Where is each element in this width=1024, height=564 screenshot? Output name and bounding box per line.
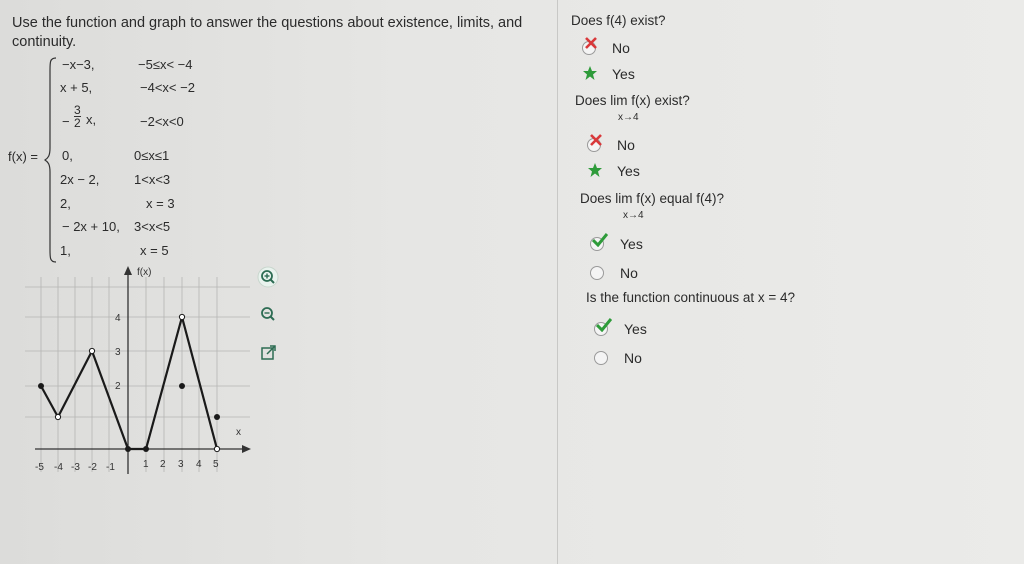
q1-option-no[interactable]: No [580, 37, 630, 57]
piece-1-expr: −x−3, [62, 57, 95, 72]
x-tick-label: -5 [35, 462, 44, 473]
piece-4-condition: 0≤x≤1 [134, 148, 170, 163]
closed-point [143, 446, 149, 452]
piece-1-condition: −5≤x< −4 [138, 57, 193, 72]
piece-3-condition: −2<x<0 [140, 114, 184, 129]
q2-option-no[interactable]: No [585, 134, 635, 154]
piece-7-expr: − 2x + 10, [62, 219, 120, 234]
x-tick-label: 1 [143, 459, 149, 470]
x-axis-arrow [242, 445, 251, 453]
zoom-out-icon[interactable] [257, 303, 279, 325]
piece-3-suffix: x, [86, 112, 97, 127]
x-tick-label: -1 [106, 462, 115, 473]
q3-option-no[interactable]: No [588, 264, 638, 282]
fraction-denominator: 2 [74, 116, 81, 130]
star-icon [585, 162, 607, 180]
function-graph: f(x) x 4 3 2 -5 -4 -3 -2 -1 1 2 3 4 5 [25, 266, 251, 474]
brace-icon [44, 57, 57, 263]
radio-icon [592, 349, 614, 367]
function-label: f(x) = [8, 149, 38, 164]
open-point [213, 445, 221, 453]
piece-4-expr: 0, [62, 148, 73, 163]
x-tick-label: 2 [160, 459, 166, 470]
zoom-in-icon[interactable] [257, 266, 279, 288]
fraction-numerator: 3 [74, 103, 81, 117]
option-label: No [620, 265, 638, 281]
question-2: Does lim f(x) exist? [575, 93, 690, 108]
radio-icon [588, 264, 610, 282]
option-label: Yes [612, 66, 635, 82]
closed-point [214, 414, 220, 420]
open-point [88, 347, 96, 355]
q3-option-yes[interactable]: Yes [588, 233, 643, 253]
piece-8-condition: x = 5 [140, 243, 169, 258]
piece-5-condition: 1<x<3 [134, 172, 171, 187]
x-mark-icon [580, 37, 602, 57]
question-1: Does f(4) exist? [571, 13, 666, 28]
x-tick-label: 3 [178, 459, 184, 470]
limit-subscript: x→4 [623, 210, 644, 221]
x-tick-label: -3 [71, 462, 80, 473]
piece-3-fraction: 3 2 [74, 104, 81, 129]
q4-option-yes[interactable]: Yes [592, 318, 647, 338]
y-axis-label: f(x) [137, 267, 151, 278]
option-label: Yes [620, 236, 643, 252]
q4-option-no[interactable]: No [592, 349, 642, 367]
piece-8-expr: 1, [60, 243, 71, 258]
limit-subscript: x→4 [618, 112, 639, 123]
y-axis-arrow [124, 266, 132, 275]
piece-6-expr: 2, [60, 196, 71, 211]
x-mark-icon [585, 134, 607, 154]
y-tick-label: 4 [115, 313, 121, 324]
piece-7-condition: 3<x<5 [134, 219, 171, 234]
option-label: Yes [617, 163, 640, 179]
piece-3-prefix: − [62, 114, 70, 129]
external-link-icon[interactable] [258, 342, 280, 364]
checkmark-icon [588, 233, 610, 253]
option-label: No [612, 40, 630, 56]
piece-6-condition: x = 3 [146, 196, 175, 211]
question-3: Does lim f(x) equal f(4)? [580, 191, 725, 206]
star-icon [580, 65, 602, 83]
q1-option-yes[interactable]: Yes [580, 65, 635, 83]
x-tick-label: 5 [213, 459, 219, 470]
closed-point [179, 383, 185, 389]
open-point [54, 413, 62, 421]
q2-option-yes[interactable]: Yes [585, 162, 640, 180]
page: Use the function and graph to answer the… [0, 0, 1024, 564]
checkmark-icon [592, 318, 614, 338]
x-tick-label: -4 [54, 462, 63, 473]
option-label: No [617, 137, 635, 153]
function-curve [40, 315, 219, 451]
closed-point [125, 446, 131, 452]
panel-divider [557, 0, 558, 564]
x-axis-label: x [236, 427, 241, 438]
option-label: No [624, 350, 642, 366]
piece-5-expr: 2x − 2, [60, 172, 100, 187]
x-tick-label: 4 [196, 459, 202, 470]
piece-2-expr: x + 5, [60, 80, 93, 95]
option-label: Yes [624, 321, 647, 337]
x-tick-label: -2 [88, 462, 97, 473]
y-tick-label: 3 [115, 347, 121, 358]
open-point [178, 313, 186, 321]
instructions: Use the function and graph to answer the… [12, 15, 523, 50]
y-tick-label: 2 [115, 381, 121, 392]
closed-point [38, 383, 44, 389]
piece-2-condition: −4<x< −2 [140, 80, 195, 95]
question-4: Is the function continuous at x = 4? [586, 290, 796, 305]
